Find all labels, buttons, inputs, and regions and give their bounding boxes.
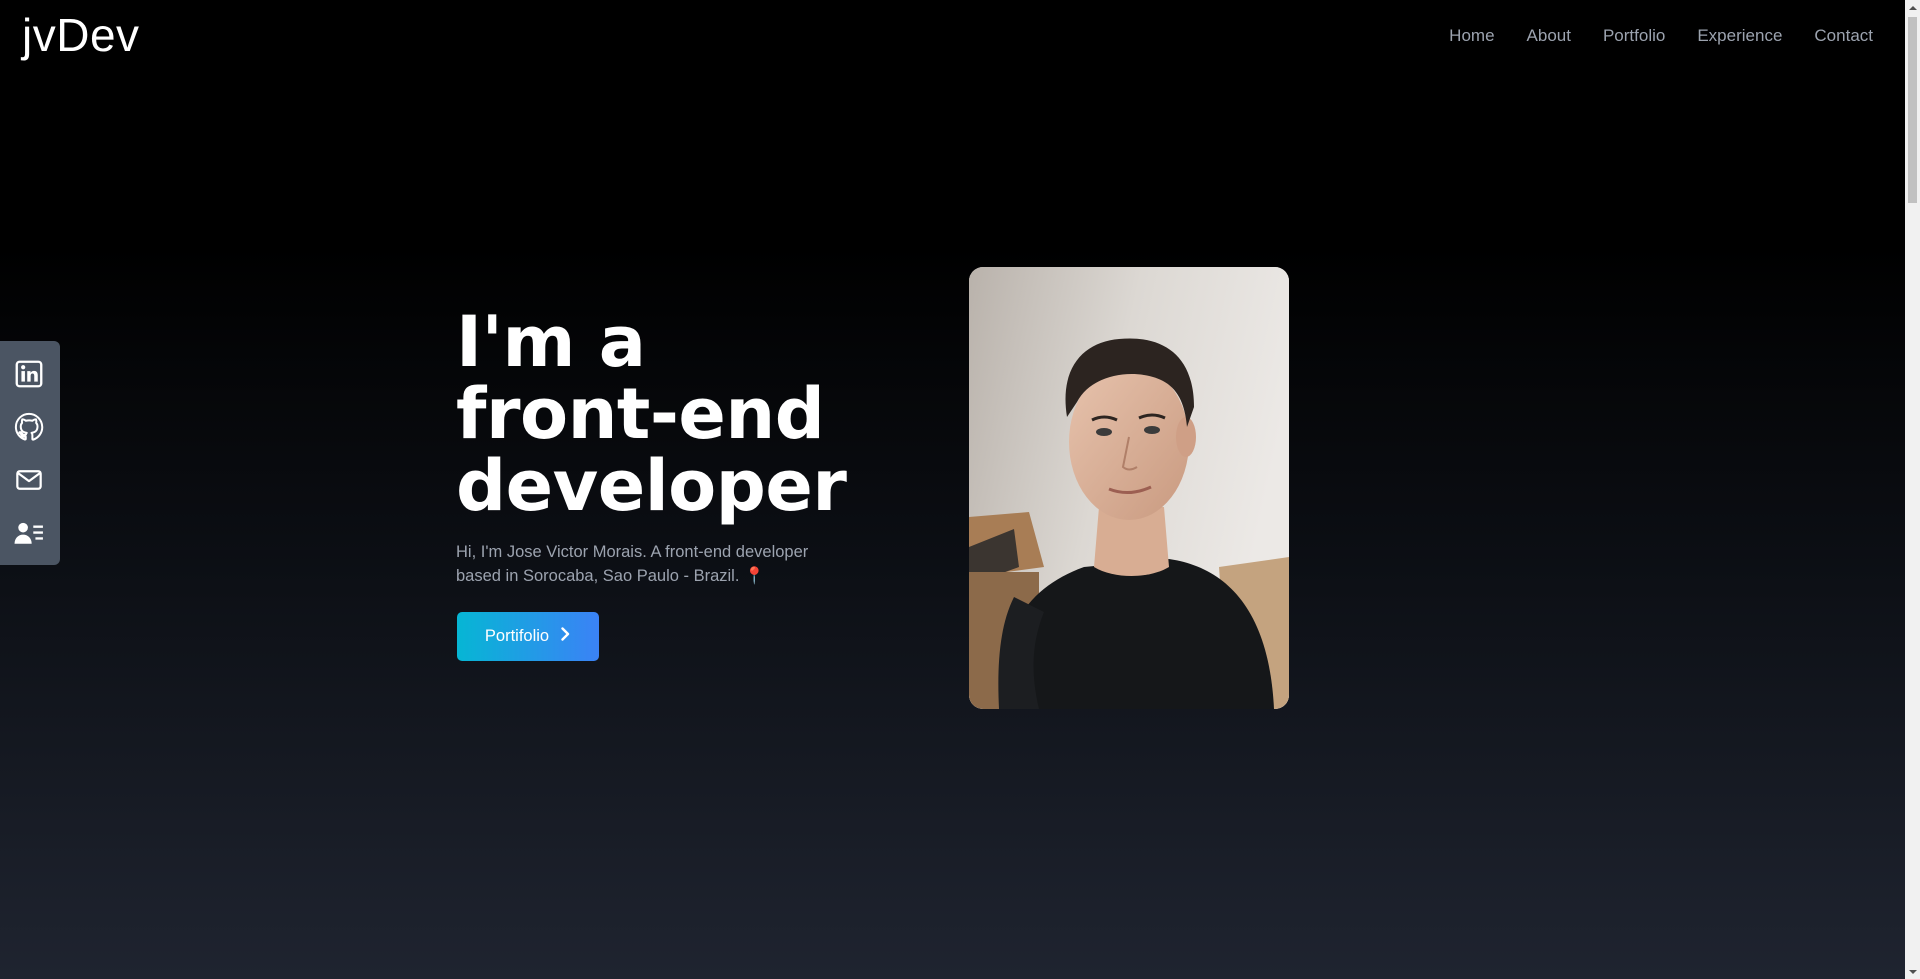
scroll-up-arrow-icon[interactable]: [1905, 0, 1920, 15]
portfolio-button-label: Portifolio: [484, 627, 550, 645]
hero-headline: I'm a front-end developer: [456, 301, 847, 527]
social-links-bar: [0, 341, 60, 565]
mail-icon[interactable]: [14, 465, 44, 495]
resume-icon[interactable]: [14, 518, 44, 548]
hero-intro-text: Hi, I'm Jose Victor Morais. A front-end …: [456, 543, 809, 585]
hero-headline-line-3: developer: [456, 445, 847, 527]
nav-about-link[interactable]: About: [1527, 26, 1571, 46]
site-logo[interactable]: jvDev: [22, 8, 140, 62]
hero-headline-line-1: I'm a: [456, 301, 646, 383]
nav-home-link[interactable]: Home: [1449, 26, 1494, 46]
page: jvDev Home About Portfolio Experience Co…: [0, 0, 1920, 979]
github-icon[interactable]: [14, 412, 44, 442]
linkedin-icon[interactable]: [14, 359, 44, 389]
scroll-down-arrow-icon[interactable]: [1905, 964, 1920, 979]
chevron-right-icon: [559, 627, 571, 646]
nav-portfolio-link[interactable]: Portfolio: [1603, 26, 1665, 46]
nav-contact-link[interactable]: Contact: [1814, 26, 1873, 46]
page-scrollbar[interactable]: [1905, 0, 1920, 979]
nav-experience-link[interactable]: Experience: [1697, 26, 1782, 46]
main-nav: Home About Portfolio Experience Contact: [1449, 26, 1873, 46]
scrollbar-thumb[interactable]: [1908, 17, 1917, 203]
hero-headline-line-2: front-end: [456, 373, 825, 455]
portfolio-button[interactable]: Portifolio: [457, 612, 599, 661]
profile-photo: [969, 267, 1289, 709]
